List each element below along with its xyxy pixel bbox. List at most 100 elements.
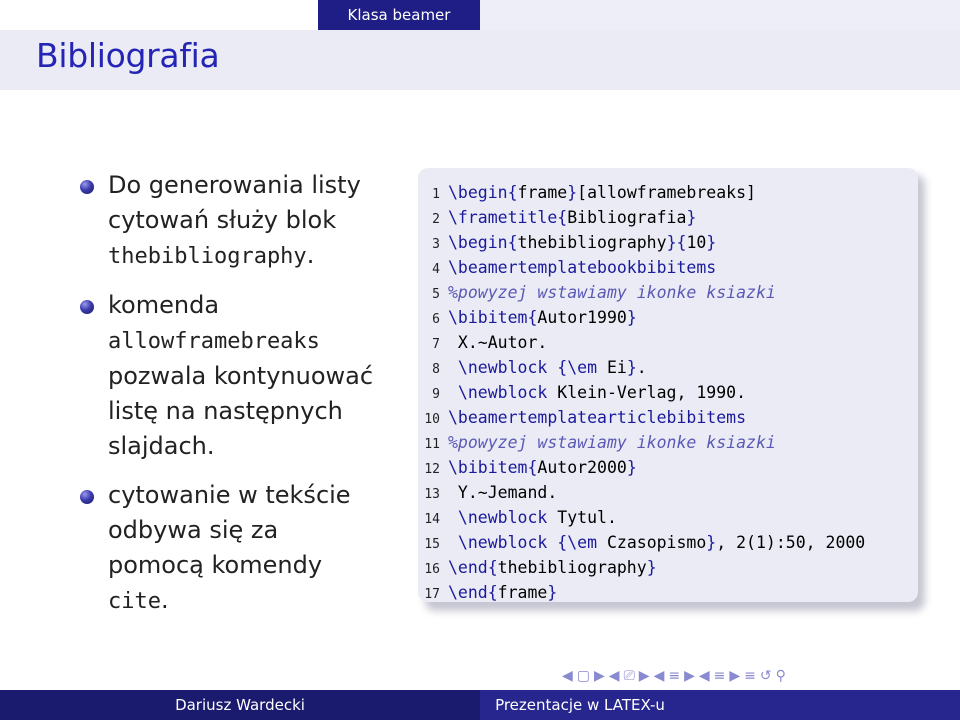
code-line: 14 \newblock Tytul. (418, 505, 617, 530)
code-text: Y.~Jemand. (448, 483, 558, 502)
bullet-ball-icon (80, 180, 94, 194)
line-number: 12 (424, 462, 440, 477)
line-number: 2 (432, 212, 440, 227)
code-keyword: } (706, 533, 717, 552)
code-text: Czasopismo (606, 533, 707, 552)
line-number: 16 (424, 562, 440, 577)
nav-symbol-icon[interactable]: ◀ (562, 668, 573, 684)
code-keyword: \newblock (448, 383, 558, 402)
header-right (480, 0, 960, 30)
code-line: 1 \begin{frame}[allowframebreaks] (418, 180, 756, 205)
line-number: 3 (432, 237, 440, 252)
frame-title: Bibliografia (36, 36, 220, 75)
nav-symbol-icon[interactable]: ≡ (714, 668, 726, 684)
line-number: 8 (432, 362, 440, 377)
bullet-ball-icon (80, 300, 94, 314)
bullet-text: cytowanie w tekście odbywa się za pomocą… (108, 481, 351, 579)
bullet-code: cite (108, 589, 161, 614)
nav-symbol-icon[interactable]: ≡ (744, 668, 756, 684)
code-keyword: } (547, 583, 558, 602)
code-line: 12 \bibitem{Autor2000} (418, 455, 637, 480)
nav-symbol-icon[interactable]: ▶ (639, 668, 650, 684)
bullet-list: Do generowania listy cytowań służy blok … (80, 168, 380, 633)
bullet-text: komenda (108, 291, 220, 319)
line-number: 10 (424, 412, 440, 427)
bullet-item: Do generowania listy cytowań służy blok … (80, 168, 380, 274)
code-line: 15 \newblock {\em Czasopismo}, 2(1):50, … (418, 530, 865, 555)
code-keyword: \beamertemplatearticlebibitems (448, 408, 747, 427)
bullet-code: allowframebreaks (108, 329, 320, 354)
bullet-text-end: . (306, 241, 315, 269)
nav-symbol-icon[interactable]: ◀ (699, 668, 710, 684)
code-line: 5 %powyzej wstawiamy ikonke ksiazki (418, 280, 776, 305)
code-line: 8 \newblock {\em Ei}. (418, 355, 647, 380)
line-number: 11 (424, 437, 440, 452)
code-keyword: } (686, 208, 697, 227)
code-keyword: \bibitem{ (448, 458, 538, 477)
code-line: 4 \beamertemplatebookbibitems (418, 255, 716, 280)
bullet-item: komenda allowframebreaks pozwala kontynu… (80, 288, 380, 464)
footer-title: Prezentacje w LATEX-u (495, 696, 665, 714)
code-keyword: \begin{ (448, 233, 518, 252)
line-number: 14 (424, 512, 440, 527)
footer: Dariusz Wardecki Prezentacje w LATEX-u (0, 690, 960, 720)
code-keyword: } (567, 183, 578, 202)
code-line: 7 X.~Autor. (418, 330, 547, 355)
code-text: . (636, 358, 647, 377)
nav-symbol-icon[interactable]: ◀ (654, 668, 665, 684)
code-line: 3 \begin{thebibliography}{10} (418, 230, 716, 255)
bullet-text-end: . (160, 586, 169, 614)
code-text: thebibliography (517, 233, 667, 252)
line-number: 9 (432, 387, 440, 402)
code-keyword: \newblock (448, 508, 558, 527)
line-number: 4 (432, 262, 440, 277)
code-block: 1 \begin{frame}[allowframebreaks] 2 \framet… (418, 168, 918, 602)
code-text: Bibliografia (567, 208, 687, 227)
code-keyword: \beamertemplatebookbibitems (448, 258, 717, 277)
code-keyword: \begin{ (448, 183, 518, 202)
section-name[interactable]: Klasa beamer (318, 0, 480, 30)
code-keyword: \bibitem{ (448, 308, 538, 327)
code-keyword: } (706, 233, 717, 252)
code-text: 10 (686, 233, 707, 252)
nav-symbol-icon[interactable]: ▶ (729, 668, 740, 684)
code-line: 16 \end{thebibliography} (418, 555, 657, 580)
line-number: 6 (432, 312, 440, 327)
nav-symbol-icon[interactable]: ↺ (760, 668, 772, 684)
nav-symbol-icon[interactable]: ≡ (668, 668, 680, 684)
code-text: Autor2000 (537, 458, 627, 477)
code-keyword: }{ (666, 233, 687, 252)
header-bar: Klasa beamer (0, 0, 960, 30)
line-number: 13 (424, 487, 440, 502)
line-number: 17 (424, 587, 440, 602)
nav-symbol-icon[interactable]: ⚲ (776, 668, 786, 684)
code-comment: %powyzej wstawiamy ikonke ksiazki (448, 433, 776, 452)
code-comment: %powyzej wstawiamy ikonke ksiazki (448, 283, 776, 302)
navigation-symbols: ◀ ▢ ▶ ◀ ⎚ ▶ ◀ ≡ ▶ ◀ ≡ ▶ ≡ ↺ ⚲ (562, 668, 790, 684)
code-text: thebibliography (497, 558, 647, 577)
code-line: 10 \beamertemplatearticlebibitems (418, 405, 746, 430)
code-line: 9 \newblock Klein-Verlag, 1990. (418, 380, 746, 405)
line-number: 15 (424, 537, 440, 552)
code-text: frame (517, 183, 568, 202)
code-keyword: \frametitle{ (448, 208, 568, 227)
nav-symbol-icon[interactable]: ▶ (684, 668, 695, 684)
line-number: 7 (432, 337, 440, 352)
line-number: 1 (432, 187, 440, 202)
code-keyword: } (626, 358, 637, 377)
line-number: 5 (432, 287, 440, 302)
nav-symbol-icon[interactable]: ▢ (577, 668, 590, 684)
footer-author: Dariusz Wardecki (175, 696, 305, 714)
code-keyword: } (646, 558, 657, 577)
bullet-code: thebibliography (108, 244, 307, 269)
code-text: Klein-Verlag, 1990. (557, 383, 747, 402)
code-line: 11 %powyzej wstawiamy ikonke ksiazki (418, 430, 776, 455)
code-keyword: } (626, 458, 637, 477)
nav-symbol-icon[interactable]: ⎚ (624, 668, 635, 684)
nav-symbol-icon[interactable]: ▶ (594, 668, 605, 684)
code-keyword: \newblock {\em (448, 358, 607, 377)
code-text: , 2(1):50, 2000 (716, 533, 866, 552)
code-text: Autor1990 (537, 308, 627, 327)
code-line: 6 \bibitem{Autor1990} (418, 305, 637, 330)
nav-symbol-icon[interactable]: ◀ (609, 668, 620, 684)
